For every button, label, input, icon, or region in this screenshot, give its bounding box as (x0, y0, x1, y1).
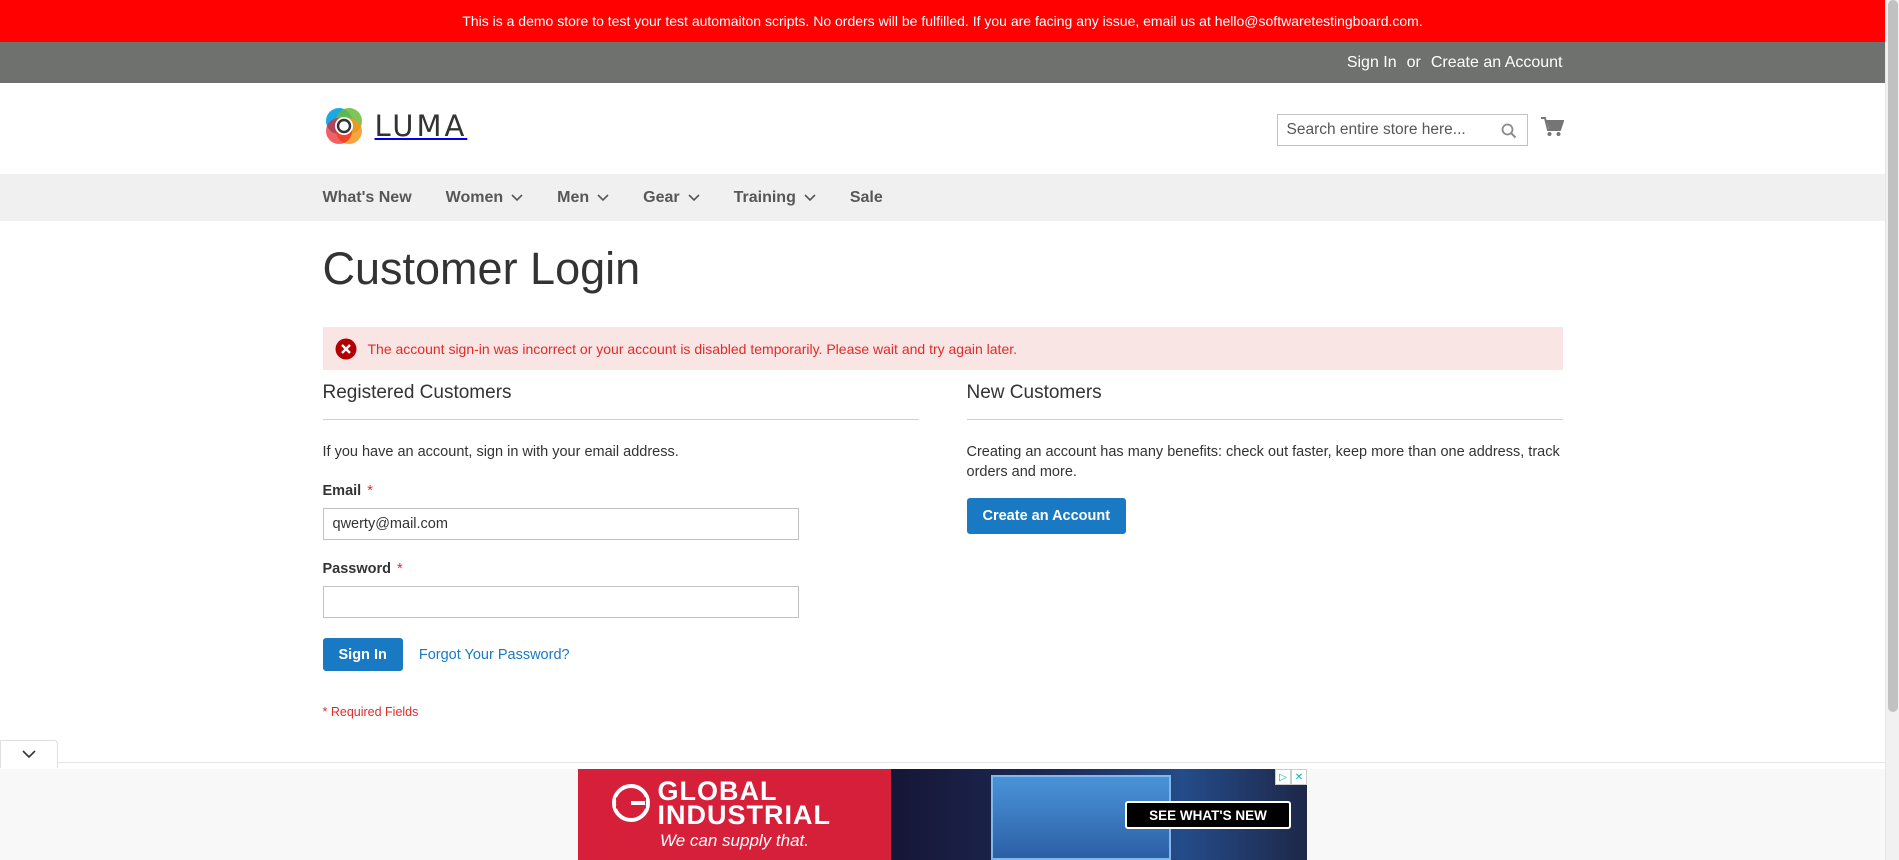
chevron-down-icon (22, 750, 36, 759)
chevron-down-icon (804, 193, 816, 201)
nav-item-gear[interactable]: Gear (643, 188, 700, 207)
new-customers-text: Creating an account has many benefits: c… (966, 444, 1560, 480)
chevron-down-icon (688, 193, 700, 201)
required-mark: * (397, 561, 403, 577)
ad-brand-panel: GLOBAL INDUSTRIAL We can supply that. (578, 769, 891, 860)
chevron-down-icon (597, 193, 609, 201)
nav-item-label: What's New (322, 188, 412, 206)
required-mark: * (367, 483, 373, 499)
page-title: Customer Login (322, 243, 641, 294)
demo-notice-text: This is a demo store to test your test a… (462, 13, 1423, 29)
search-icon[interactable] (1501, 123, 1517, 144)
logo-text: LUMA (374, 109, 468, 143)
password-label: Password * (323, 561, 919, 577)
ad-choices-icon[interactable]: ▷ (1275, 769, 1291, 785)
sign-in-button[interactable]: Sign In (322, 638, 403, 671)
registered-customers-title: Registered Customers (322, 381, 919, 420)
required-fields-note: * Required Fields (322, 705, 419, 719)
nav-item-label: Training (733, 188, 796, 206)
ad-cta-button[interactable]: SEE WHAT'S NEW (1125, 801, 1291, 829)
nav-item-whats-new[interactable]: What's New (323, 189, 412, 207)
nav-item-sale[interactable]: Sale (850, 189, 883, 207)
page: This is a demo store to test your test a… (0, 0, 1885, 860)
top-links-bar: Sign In or Create an Account (0, 42, 1885, 83)
ad-brand-row: GLOBAL INDUSTRIAL (611, 775, 858, 830)
nav-item-training[interactable]: Training (734, 189, 816, 207)
email-field[interactable] (322, 508, 799, 540)
demo-notice-bar: This is a demo store to test your test a… (0, 0, 1885, 42)
page-divider (0, 762, 1885, 763)
error-icon (335, 338, 356, 359)
registered-customers-intro: If you have an account, sign in with you… (322, 444, 679, 460)
page-scrollbar[interactable] (1885, 0, 1899, 860)
email-label-text: Email (322, 483, 362, 499)
login-columns: Registered Customers If you have an acco… (322, 381, 1563, 719)
nav-item-label: Gear (643, 188, 680, 206)
create-account-button[interactable]: Create an Account (966, 498, 1127, 534)
error-message: The account sign-in was incorrect or you… (322, 327, 1563, 370)
registered-customers-block: Registered Customers If you have an acco… (322, 381, 919, 719)
nav-item-women[interactable]: Women (446, 189, 523, 207)
close-icon[interactable]: ✕ (1291, 769, 1307, 785)
luma-logo-icon (325, 108, 362, 144)
or-separator: or (1406, 53, 1421, 71)
main-navigation: What's New Women Men Gear Training Sale (0, 174, 1885, 221)
new-customers-title: New Customers (966, 381, 1563, 420)
login-actions: Sign In Forgot Your Password? (322, 638, 919, 671)
cart-icon[interactable] (1540, 116, 1564, 143)
ad-controls: ▷ ✕ (1275, 769, 1307, 785)
scrollbar-thumb[interactable] (1888, 0, 1898, 712)
global-industrial-logo-icon (611, 783, 650, 822)
luma-logo[interactable]: LUMA (323, 105, 468, 147)
ad-brand-text: GLOBAL INDUSTRIAL (657, 775, 831, 830)
forgot-password-link[interactable]: Forgot Your Password? (419, 647, 570, 663)
password-label-text: Password (322, 561, 392, 577)
chevron-down-icon (511, 193, 523, 201)
ad-tagline: We can supply that. (660, 830, 809, 850)
nav-item-label: Women (445, 188, 504, 206)
nav-item-men[interactable]: Men (557, 189, 609, 207)
sign-in-link[interactable]: Sign In (1347, 54, 1397, 72)
new-customers-block: New Customers Creating an account has ma… (966, 381, 1563, 719)
advertisement-banner[interactable]: GLOBAL INDUSTRIAL We can supply that. SE… (578, 769, 1307, 860)
ad-collapse-toggle[interactable] (0, 740, 58, 768)
search-box (1276, 114, 1528, 146)
error-message-text: The account sign-in was incorrect or you… (367, 340, 1018, 357)
nav-item-label: Men (557, 188, 590, 206)
site-header: LUMA (0, 83, 1885, 174)
search-input[interactable] (1277, 121, 1493, 139)
main-content: Customer Login The account sign-in was i… (322, 243, 1563, 719)
nav-item-label: Sale (849, 188, 883, 206)
email-label: Email * (323, 483, 919, 499)
password-field[interactable] (322, 586, 799, 618)
ad-image-panel: SEE WHAT'S NEW ▷ ✕ (891, 769, 1307, 860)
create-account-link[interactable]: Create an Account (1431, 54, 1563, 72)
